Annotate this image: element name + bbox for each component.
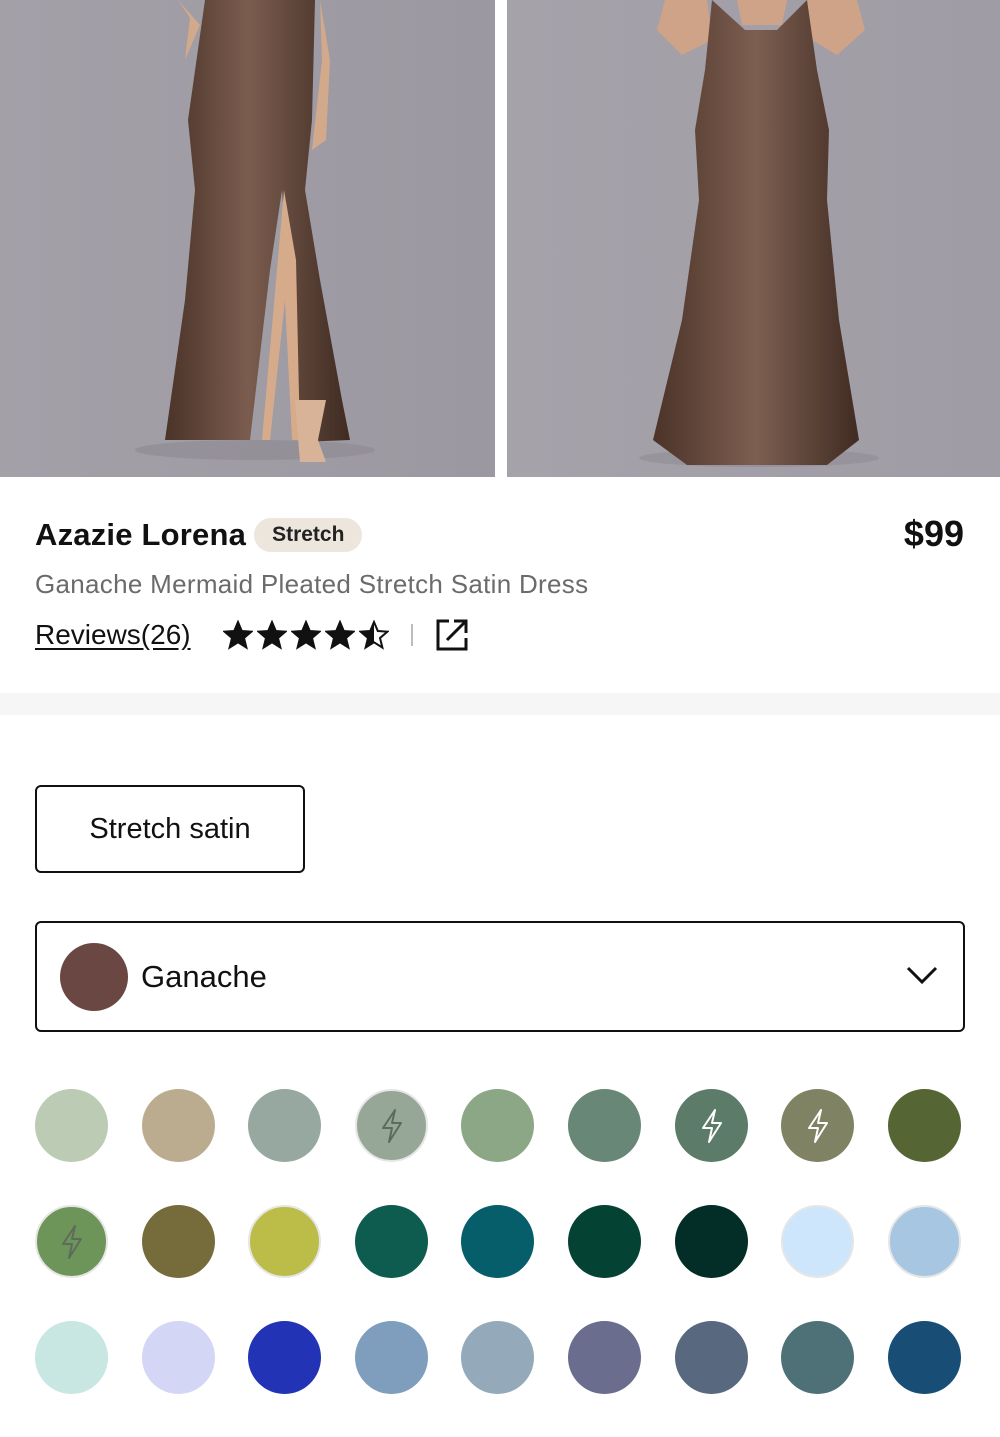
stretch-badge: Stretch: [254, 518, 363, 552]
swatch-row: [35, 1089, 965, 1205]
star-full-icon: [290, 620, 321, 650]
lightning-icon: [381, 1108, 402, 1143]
selected-color-swatch: [60, 942, 128, 1011]
product-brand: Azazie Lorena: [35, 517, 247, 552]
color-swatch[interactable]: [142, 1321, 215, 1394]
color-swatch[interactable]: [781, 1089, 854, 1162]
color-swatch[interactable]: [355, 1205, 428, 1278]
color-swatch[interactable]: [461, 1089, 534, 1162]
color-swatch[interactable]: [888, 1089, 961, 1162]
rating-stars: [222, 620, 389, 650]
star-full-icon: [222, 620, 253, 650]
divider: [410, 624, 413, 646]
brand-row: Azazie Lorena Stretch: [35, 517, 363, 553]
color-swatch-grid: [35, 1089, 965, 1437]
color-swatch[interactable]: [675, 1321, 748, 1394]
color-swatch[interactable]: [142, 1089, 215, 1162]
selected-color-name: Ganache: [141, 958, 267, 994]
swatch-row: [35, 1205, 965, 1321]
color-swatch[interactable]: [35, 1321, 108, 1394]
color-swatch[interactable]: [248, 1089, 321, 1162]
color-swatch[interactable]: [142, 1205, 215, 1278]
color-swatch[interactable]: [355, 1089, 428, 1162]
star-full-icon: [256, 620, 287, 650]
product-info: Azazie Lorena Stretch $99 Ganache Mermai…: [0, 477, 1000, 693]
color-swatch[interactable]: [675, 1205, 748, 1278]
product-price: $99: [903, 513, 964, 554]
lightning-icon: [807, 1108, 828, 1143]
color-swatch[interactable]: [355, 1321, 428, 1394]
color-swatch[interactable]: [888, 1321, 961, 1394]
color-swatch[interactable]: [781, 1205, 854, 1278]
color-swatch[interactable]: [568, 1321, 641, 1394]
color-swatch[interactable]: [248, 1205, 321, 1278]
product-subtitle: Ganache Mermaid Pleated Stretch Satin Dr…: [35, 569, 589, 599]
section-divider: [0, 693, 1000, 715]
color-swatch[interactable]: [781, 1321, 854, 1394]
color-swatch[interactable]: [888, 1205, 961, 1278]
lightning-icon: [701, 1108, 722, 1143]
lightning-icon: [61, 1224, 82, 1259]
color-swatch[interactable]: [675, 1089, 748, 1162]
fabric-option-button[interactable]: Stretch satin: [35, 785, 305, 873]
color-swatch[interactable]: [568, 1205, 641, 1278]
star-half-icon: [358, 620, 389, 650]
chevron-down-icon: [906, 966, 938, 985]
reviews-row: Reviews(26): [35, 615, 469, 655]
color-swatch[interactable]: [461, 1321, 534, 1394]
product-gallery: [0, 0, 1000, 477]
color-swatch[interactable]: [35, 1205, 108, 1278]
reviews-link[interactable]: Reviews(26): [35, 619, 191, 651]
color-swatch[interactable]: [461, 1205, 534, 1278]
swatch-row: [35, 1321, 965, 1437]
star-full-icon: [324, 620, 355, 650]
external-link-icon[interactable]: [435, 618, 469, 652]
color-swatch[interactable]: [248, 1321, 321, 1394]
color-dropdown[interactable]: Ganache: [35, 921, 965, 1032]
color-swatch[interactable]: [568, 1089, 641, 1162]
product-photo-front[interactable]: [0, 0, 495, 477]
color-swatch[interactable]: [35, 1089, 108, 1162]
product-photo-back[interactable]: [507, 0, 1000, 477]
